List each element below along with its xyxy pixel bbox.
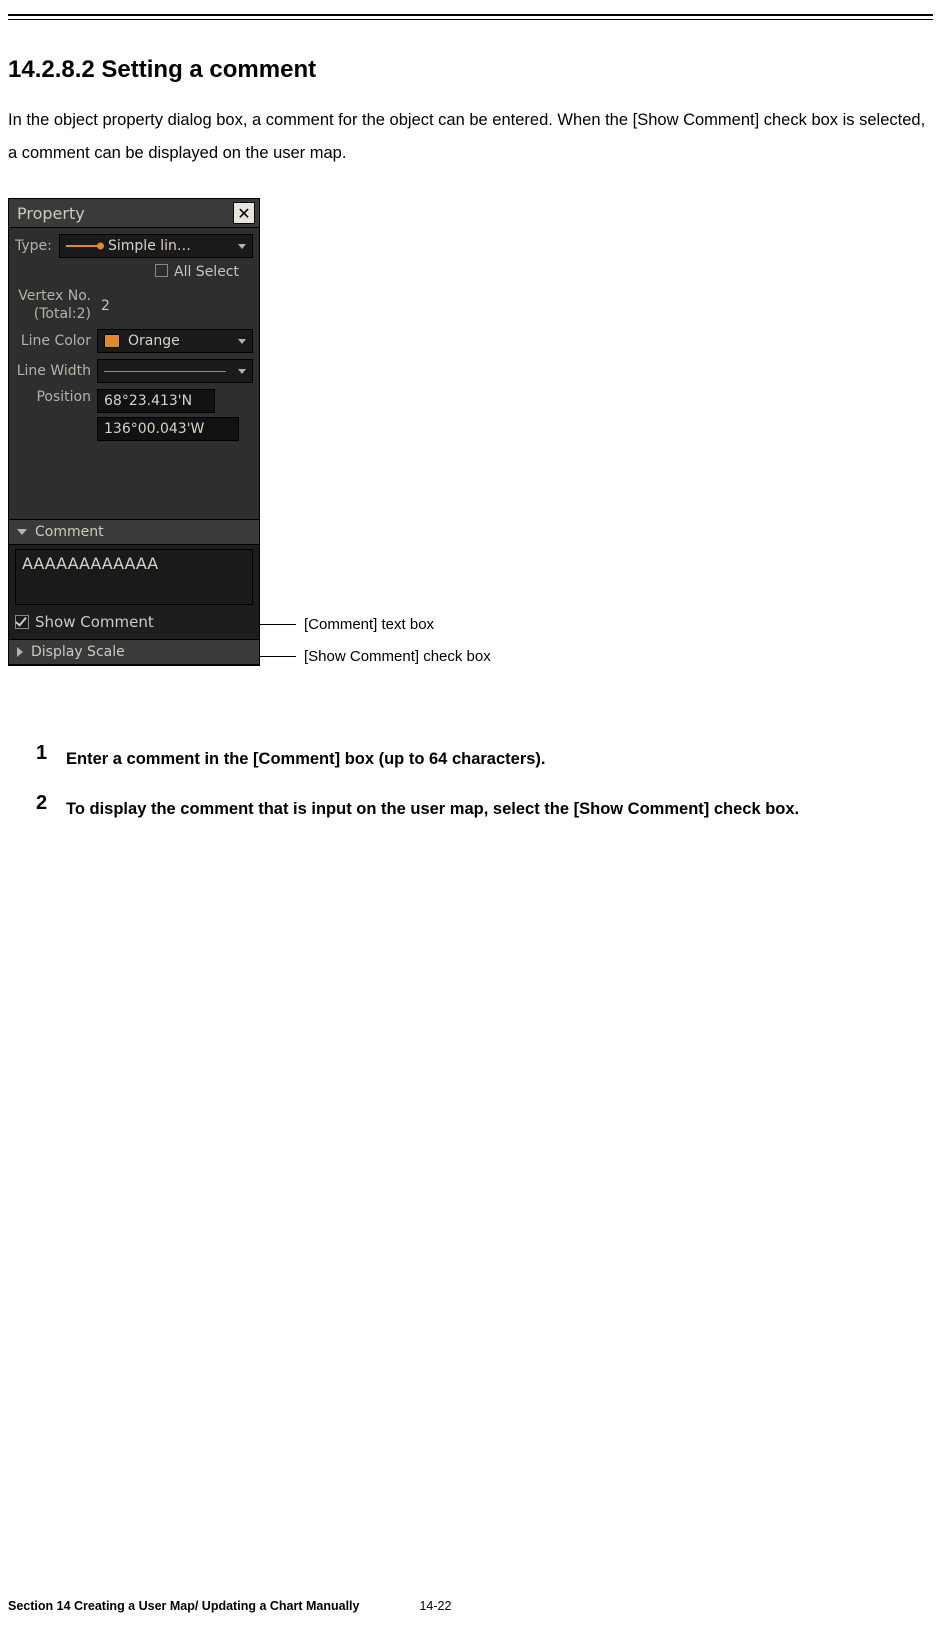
callout-line: [260, 624, 296, 625]
comment-header-label: Comment: [35, 524, 104, 540]
display-scale-section-header[interactable]: Display Scale: [9, 639, 259, 665]
position-label: Position: [15, 389, 97, 405]
line-color-dropdown[interactable]: Orange: [97, 329, 253, 353]
display-scale-header-label: Display Scale: [31, 644, 125, 660]
section-heading: 14.2.8.2 Setting a comment: [8, 56, 933, 84]
steps-list: 1 Enter a comment in the [Comment] box (…: [8, 742, 933, 826]
line-width-label: Line Width: [15, 363, 97, 379]
orange-swatch-icon: [104, 334, 120, 348]
type-value: Simple lin…: [108, 238, 191, 254]
dialog-title: Property: [17, 204, 85, 223]
line-color-label: Line Color: [15, 333, 97, 349]
show-comment-label: Show Comment: [35, 613, 154, 631]
close-button[interactable]: ✕: [233, 202, 255, 224]
comment-section-header[interactable]: Comment: [9, 519, 259, 545]
chevron-right-icon: [17, 647, 23, 657]
dialog-titlebar: Property ✕: [9, 199, 259, 228]
show-comment-checkbox[interactable]: [15, 615, 29, 629]
step-2-text: To display the comment that is input on …: [66, 792, 799, 826]
step-number-1: 1: [36, 742, 66, 776]
step-number-2: 2: [36, 792, 66, 826]
all-select-label: All Select: [174, 264, 239, 280]
intro-paragraph: In the object property dialog box, a com…: [8, 104, 933, 170]
vertex-value: 2: [97, 298, 110, 314]
page-footer: Section 14 Creating a User Map/ Updating…: [8, 1599, 933, 1613]
chevron-down-icon: [238, 339, 246, 344]
all-select-checkbox[interactable]: [155, 264, 168, 277]
close-icon: ✕: [237, 204, 250, 223]
position-lon-input[interactable]: 136°00.043'W: [97, 417, 239, 441]
line-width-preview-icon: [104, 371, 226, 372]
page-top-rule-thick: [8, 14, 933, 16]
type-dropdown[interactable]: Simple lin…: [59, 234, 253, 258]
line-width-dropdown[interactable]: [97, 359, 253, 383]
type-label: Type:: [15, 238, 59, 254]
chevron-down-icon: [17, 529, 27, 535]
chevron-down-icon: [238, 369, 246, 374]
callout-show-comment: [Show Comment] check box: [296, 648, 491, 665]
figure: Property ✕ Type: Simple lin…: [8, 198, 933, 708]
footer-section: Section 14 Creating a User Map/ Updating…: [8, 1599, 359, 1613]
callout-comment-textbox: [Comment] text box: [296, 616, 434, 633]
figure-callouts: [Comment] text box [Show Comment] check …: [260, 198, 560, 708]
vertex-label-line1: Vertex No.: [15, 288, 91, 306]
line-color-value: Orange: [120, 333, 234, 349]
property-dialog: Property ✕ Type: Simple lin…: [8, 198, 260, 666]
callout-line: [260, 656, 296, 657]
simple-line-icon: [66, 245, 102, 247]
vertex-label: Vertex No. (Total:2): [15, 288, 97, 323]
step-1-text: Enter a comment in the [Comment] box (up…: [66, 742, 546, 776]
footer-page-number: 14-22: [419, 1599, 451, 1613]
vertex-label-line2: (Total:2): [15, 306, 91, 324]
chevron-down-icon: [238, 244, 246, 249]
position-lat-input[interactable]: 68°23.413'N: [97, 389, 215, 413]
comment-textbox[interactable]: AAAAAAAAAAAA: [15, 549, 253, 605]
